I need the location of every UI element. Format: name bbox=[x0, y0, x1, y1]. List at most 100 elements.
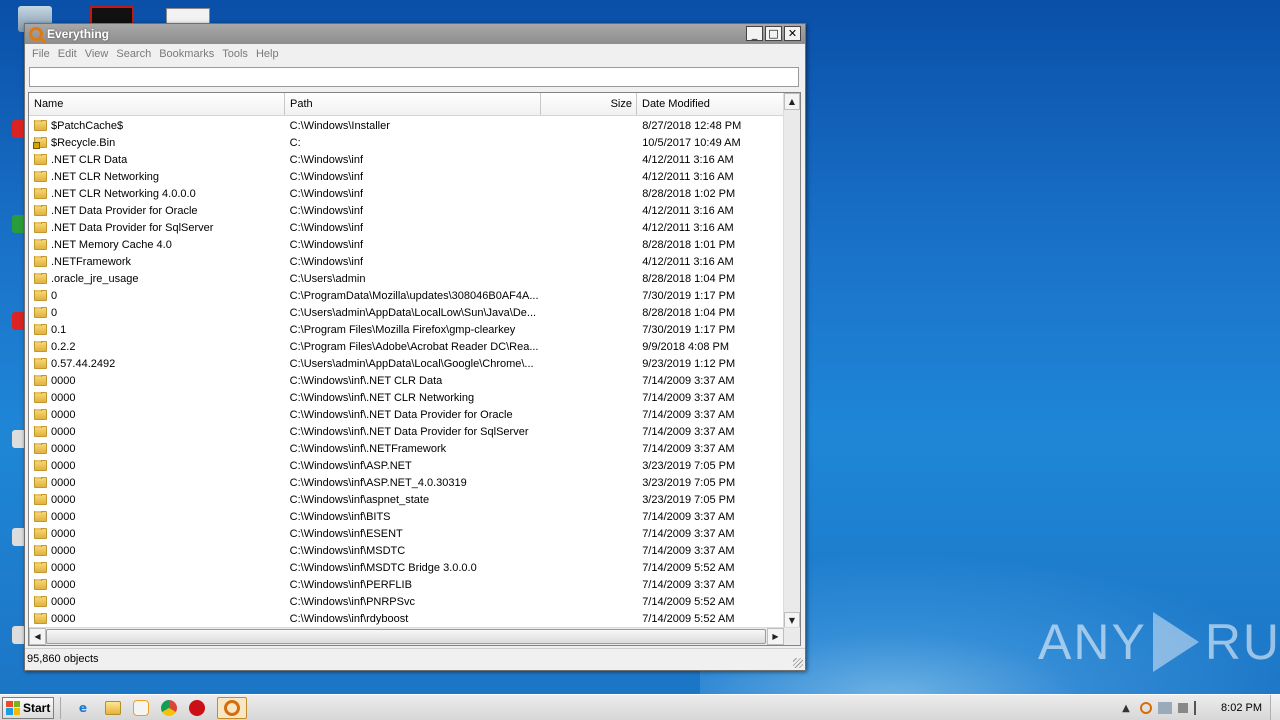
table-row[interactable]: .NETFramework C:\Windows\inf 4/12/2011 3:1… bbox=[29, 253, 785, 270]
scroll-left-button[interactable]: ◀ bbox=[29, 628, 46, 645]
table-row[interactable]: .NET Memory Cache 4.0 C:\Windows\inf 8/28/… bbox=[29, 236, 785, 253]
cell-date: 7/14/2009 3:37 AM bbox=[642, 425, 735, 438]
table-row[interactable]: 0000 C:\Windows\inf\.NET CLR Data 7/14/200… bbox=[29, 372, 785, 389]
anyrun-watermark: ANY RUN bbox=[1038, 612, 1280, 672]
table-row[interactable]: 0000 C:\Windows\inf\ASP.NET_4.0.30319 3/23… bbox=[29, 474, 785, 491]
cell-path: C:\Program Files\Mozilla Firefox\gmp-cle… bbox=[289, 323, 516, 336]
horizontal-scroll-thumb[interactable] bbox=[46, 629, 766, 644]
cell-date: 3/23/2019 7:05 PM bbox=[642, 476, 736, 489]
results-list: Name Path Size Date Modified $PatchCache… bbox=[28, 92, 801, 646]
start-button[interactable]: Start bbox=[2, 696, 54, 719]
folder-icon bbox=[34, 493, 47, 505]
horizontal-scrollbar[interactable]: ◀ ▶ bbox=[29, 627, 800, 645]
file-name: 0000 bbox=[51, 408, 76, 421]
table-row[interactable]: 0.1 C:\Program Files\Mozilla Firefox\gmp-… bbox=[29, 321, 785, 338]
table-row[interactable]: 0000 C:\Windows\inf\MSDTC 7/14/2009 3:37 A… bbox=[29, 542, 785, 559]
column-name-header[interactable]: Name bbox=[29, 93, 285, 115]
column-date-header[interactable]: Date Modified bbox=[637, 93, 786, 115]
cell-date: 7/14/2009 3:37 AM bbox=[642, 578, 735, 591]
show-desktop-button[interactable] bbox=[1270, 695, 1280, 720]
opera-icon[interactable] bbox=[189, 699, 205, 716]
media-player-icon[interactable] bbox=[133, 699, 149, 716]
flag-icon[interactable] bbox=[1194, 701, 1206, 715]
table-row[interactable]: .NET Data Provider for SqlServer C:\Windo… bbox=[29, 219, 785, 236]
file-explorer-icon[interactable] bbox=[105, 700, 121, 715]
minimize-button[interactable]: _ bbox=[746, 26, 763, 41]
menu-tools[interactable]: Tools bbox=[218, 48, 252, 60]
scroll-right-button[interactable]: ▶ bbox=[767, 628, 784, 645]
table-row[interactable]: 0000 C:\Windows\inf\.NETFramework 7/14/200… bbox=[29, 440, 785, 457]
vertical-scrollbar[interactable]: ▲ ▼ bbox=[783, 93, 800, 629]
title-bar[interactable]: Everything _ □ ✕ bbox=[25, 24, 805, 44]
menu-search[interactable]: Search bbox=[112, 48, 155, 60]
menu-bar: File Edit View Search Bookmarks Tools He… bbox=[25, 44, 805, 64]
table-row[interactable]: $Recycle.Bin C: 10/5/2017 10:49 AM bbox=[29, 134, 785, 151]
watermark-left-text: ANY bbox=[1038, 614, 1147, 670]
menu-file[interactable]: File bbox=[28, 48, 54, 60]
everything-taskbar-icon[interactable] bbox=[217, 696, 247, 719]
table-row[interactable]: 0000 C:\Windows\inf\ASP.NET 3/23/2019 7:05… bbox=[29, 457, 785, 474]
menu-help[interactable]: Help bbox=[252, 48, 283, 60]
scroll-up-button[interactable]: ▲ bbox=[784, 93, 800, 110]
clock[interactable]: 8:02 PM bbox=[1221, 702, 1262, 714]
cell-path: C:\Windows\inf\.NET Data Provider for Sq… bbox=[289, 425, 529, 438]
table-row[interactable]: $PatchCache$ C:\Windows\Installer 8/27/201… bbox=[29, 117, 785, 134]
chrome-icon[interactable] bbox=[161, 699, 177, 716]
table-row[interactable]: 0.2.2 C:\Program Files\Adobe\Acrobat Read… bbox=[29, 338, 785, 355]
cell-path: C:\Program Files\Adobe\Acrobat Reader DC… bbox=[289, 340, 539, 353]
folder-icon bbox=[34, 527, 47, 539]
internet-explorer-icon[interactable]: e bbox=[73, 698, 93, 718]
cell-date: 4/12/2011 3:16 AM bbox=[642, 153, 734, 166]
menu-edit[interactable]: Edit bbox=[54, 48, 81, 60]
column-size-header[interactable]: Size bbox=[541, 93, 637, 115]
table-row[interactable]: 0000 C:\Windows\inf\PERFLIB 7/14/2009 3:37… bbox=[29, 576, 785, 593]
file-name: 0.57.44.2492 bbox=[51, 357, 116, 370]
folder-icon bbox=[34, 272, 47, 284]
everything-icon[interactable] bbox=[1140, 702, 1153, 714]
table-row[interactable]: 0000 C:\Windows\inf\.NET Data Provider fo… bbox=[29, 423, 785, 440]
table-row[interactable]: 0 C:\Users\admin\AppData\LocalLow\Sun\Jav… bbox=[29, 304, 785, 321]
cell-name: 0000 bbox=[29, 425, 285, 438]
table-row[interactable]: 0000 C:\Windows\inf\ESENT 7/14/2009 3:37 A… bbox=[29, 525, 785, 542]
table-row[interactable]: .NET CLR Networking C:\Windows\inf 4/12/20… bbox=[29, 168, 785, 185]
cell-path: C:\Windows\inf\ASP.NET_4.0.30319 bbox=[289, 476, 467, 489]
cell-path: C:\Windows\inf\BITS bbox=[289, 510, 391, 523]
folder-icon bbox=[34, 357, 47, 369]
table-row[interactable]: 0.57.44.2492 C:\Users\admin\AppData\Local… bbox=[29, 355, 785, 372]
table-row[interactable]: .NET Data Provider for Oracle C:\Windows\… bbox=[29, 202, 785, 219]
windows-logo-icon bbox=[6, 700, 20, 715]
folder-icon bbox=[34, 289, 47, 301]
cell-date: 7/14/2009 3:37 AM bbox=[642, 408, 735, 421]
table-row[interactable]: 0 C:\ProgramData\Mozilla\updates\308046B0… bbox=[29, 287, 785, 304]
table-row[interactable]: 0000 C:\Windows\inf\BITS 7/14/2009 3:37 AM bbox=[29, 508, 785, 525]
cell-name: $Recycle.Bin bbox=[29, 136, 285, 149]
table-row[interactable]: .NET CLR Data C:\Windows\inf 4/12/2011 3:1… bbox=[29, 151, 785, 168]
table-row[interactable]: 0000 C:\Windows\inf\PNRPSvc 7/14/2009 5:52… bbox=[29, 593, 785, 610]
folder-icon bbox=[34, 153, 47, 165]
cell-path: C:\ProgramData\Mozilla\updates\308046B0A… bbox=[289, 289, 539, 302]
folder-icon bbox=[34, 221, 47, 233]
table-row[interactable]: .NET CLR Networking 4.0.0.0 C:\Windows\in… bbox=[29, 185, 785, 202]
show-hidden-icon[interactable]: ▲ bbox=[1118, 700, 1134, 716]
folder-icon bbox=[34, 510, 47, 522]
table-row[interactable]: 0000 C:\Windows\inf\.NET CLR Networking 7/… bbox=[29, 389, 785, 406]
table-row[interactable]: 0000 C:\Windows\inf\aspnet_state 3/23/2019… bbox=[29, 491, 785, 508]
cell-path: C:\Windows\inf\ESENT bbox=[289, 527, 403, 540]
column-path-header[interactable]: Path bbox=[285, 93, 541, 115]
menu-view[interactable]: View bbox=[81, 48, 113, 60]
maximize-button[interactable]: □ bbox=[765, 26, 782, 41]
table-row[interactable]: 0000 C:\Windows\inf\.NET Data Provider fo… bbox=[29, 406, 785, 423]
table-row[interactable]: .oracle_jre_usage C:\Users\admin 8/28/2018… bbox=[29, 270, 785, 287]
cell-date: 4/12/2011 3:16 AM bbox=[642, 221, 734, 234]
menu-bookmarks[interactable]: Bookmarks bbox=[155, 48, 218, 60]
table-row[interactable]: 0000 C:\Windows\inf\rdyboost 7/14/2009 5:5… bbox=[29, 610, 785, 627]
watermark-right-text: RUN bbox=[1204, 614, 1280, 670]
table-row[interactable]: 0000 C:\Windows\inf\MSDTC Bridge 3.0.0.0 7… bbox=[29, 559, 785, 576]
search-input[interactable] bbox=[29, 67, 799, 87]
resize-grip[interactable] bbox=[793, 658, 803, 668]
cell-name: 0000 bbox=[29, 442, 285, 455]
close-button[interactable]: ✕ bbox=[784, 26, 801, 41]
network-icon[interactable] bbox=[1158, 702, 1173, 714]
volume-icon[interactable] bbox=[1178, 703, 1189, 713]
cell-name: 0000 bbox=[29, 374, 285, 387]
